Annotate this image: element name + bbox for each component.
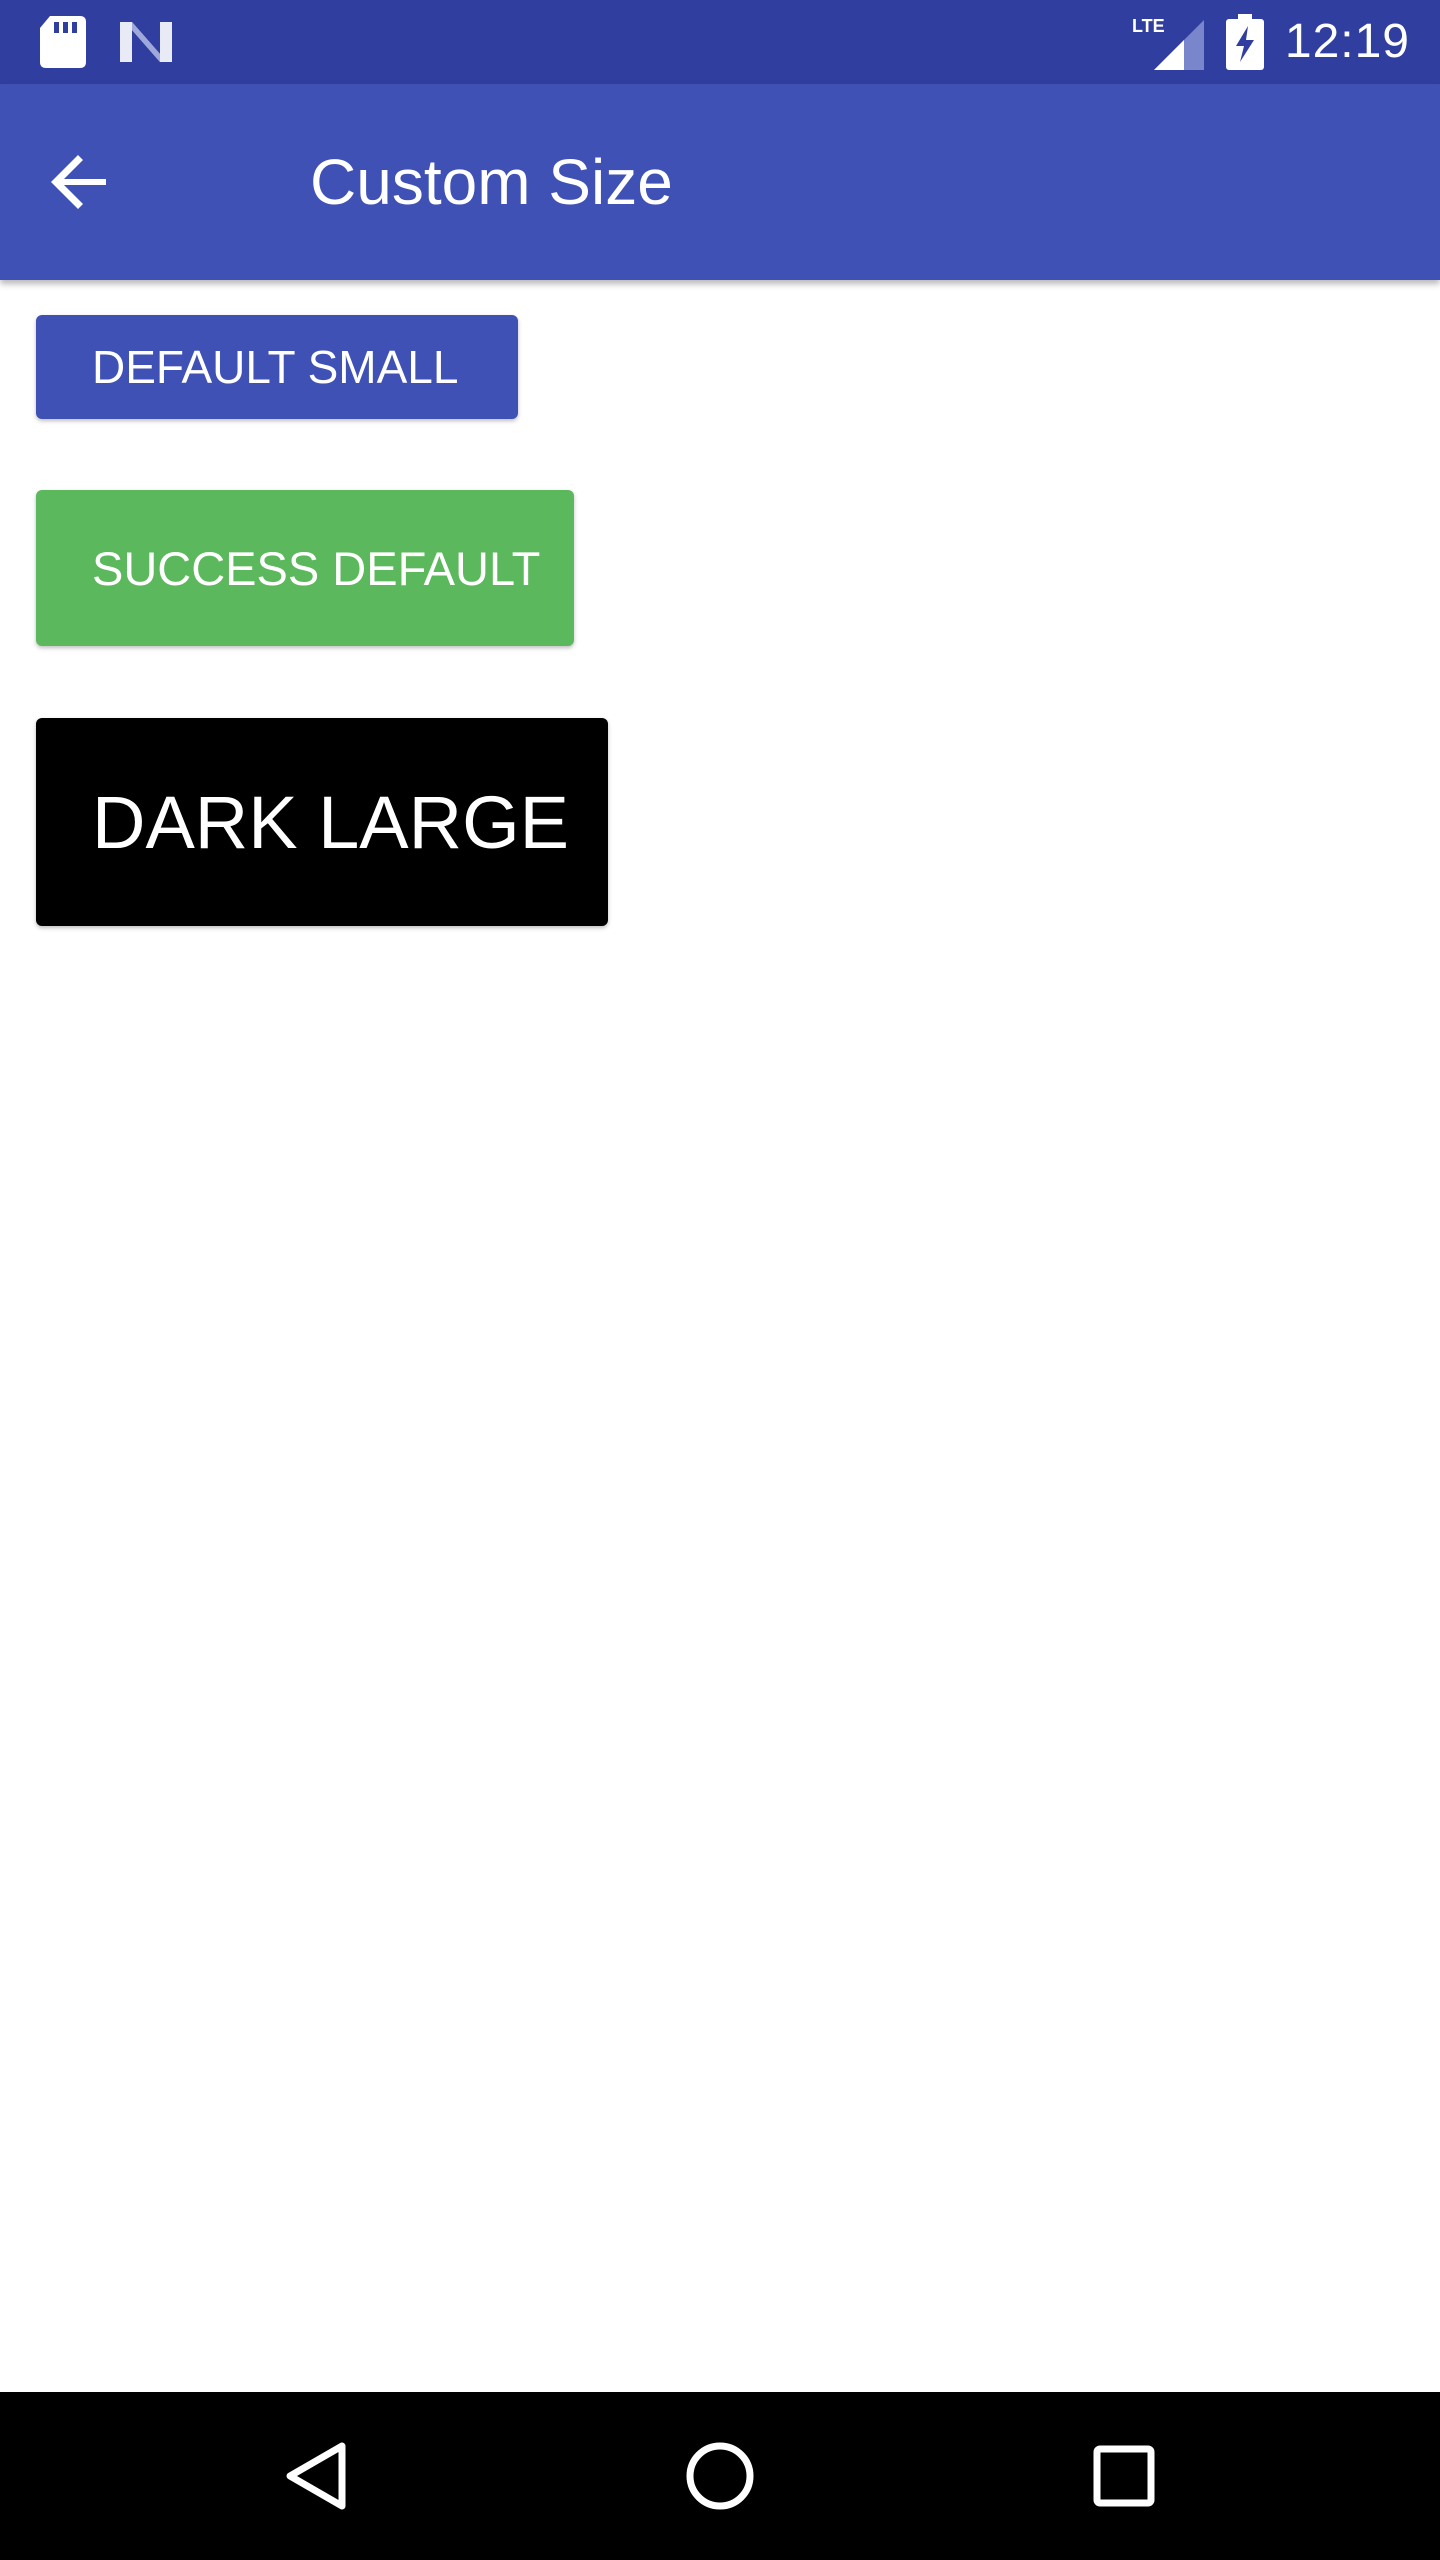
arrow-back-icon bbox=[51, 155, 106, 209]
content-area: DEFAULT SMALL SUCCESS DEFAULT DARK LARGE bbox=[0, 280, 1440, 2392]
lte-label: LTE bbox=[1132, 16, 1165, 36]
nav-home-icon bbox=[686, 2442, 754, 2510]
navigation-bar bbox=[0, 2392, 1440, 2560]
nav-back-button[interactable] bbox=[266, 2426, 366, 2526]
dark-large-button[interactable]: DARK LARGE bbox=[36, 718, 608, 926]
back-button[interactable] bbox=[36, 138, 124, 226]
sd-card-icon bbox=[40, 16, 86, 68]
nav-recents-button[interactable] bbox=[1074, 2426, 1174, 2526]
nav-back-icon bbox=[286, 2442, 346, 2510]
app-bar: Custom Size bbox=[0, 84, 1440, 280]
nav-home-button[interactable] bbox=[670, 2426, 770, 2526]
status-clock: 12:19 bbox=[1284, 15, 1410, 68]
lte-signal-icon: LTE bbox=[1132, 16, 1204, 70]
nav-recents-icon bbox=[1093, 2445, 1155, 2507]
n-logo-icon bbox=[120, 22, 172, 62]
default-small-button[interactable]: DEFAULT SMALL bbox=[36, 315, 518, 419]
success-default-button[interactable]: SUCCESS DEFAULT bbox=[36, 490, 574, 646]
status-bar: LTE 12:19 bbox=[0, 0, 1440, 84]
page-title: Custom Size bbox=[310, 146, 673, 218]
battery-charging-icon bbox=[1226, 14, 1264, 70]
